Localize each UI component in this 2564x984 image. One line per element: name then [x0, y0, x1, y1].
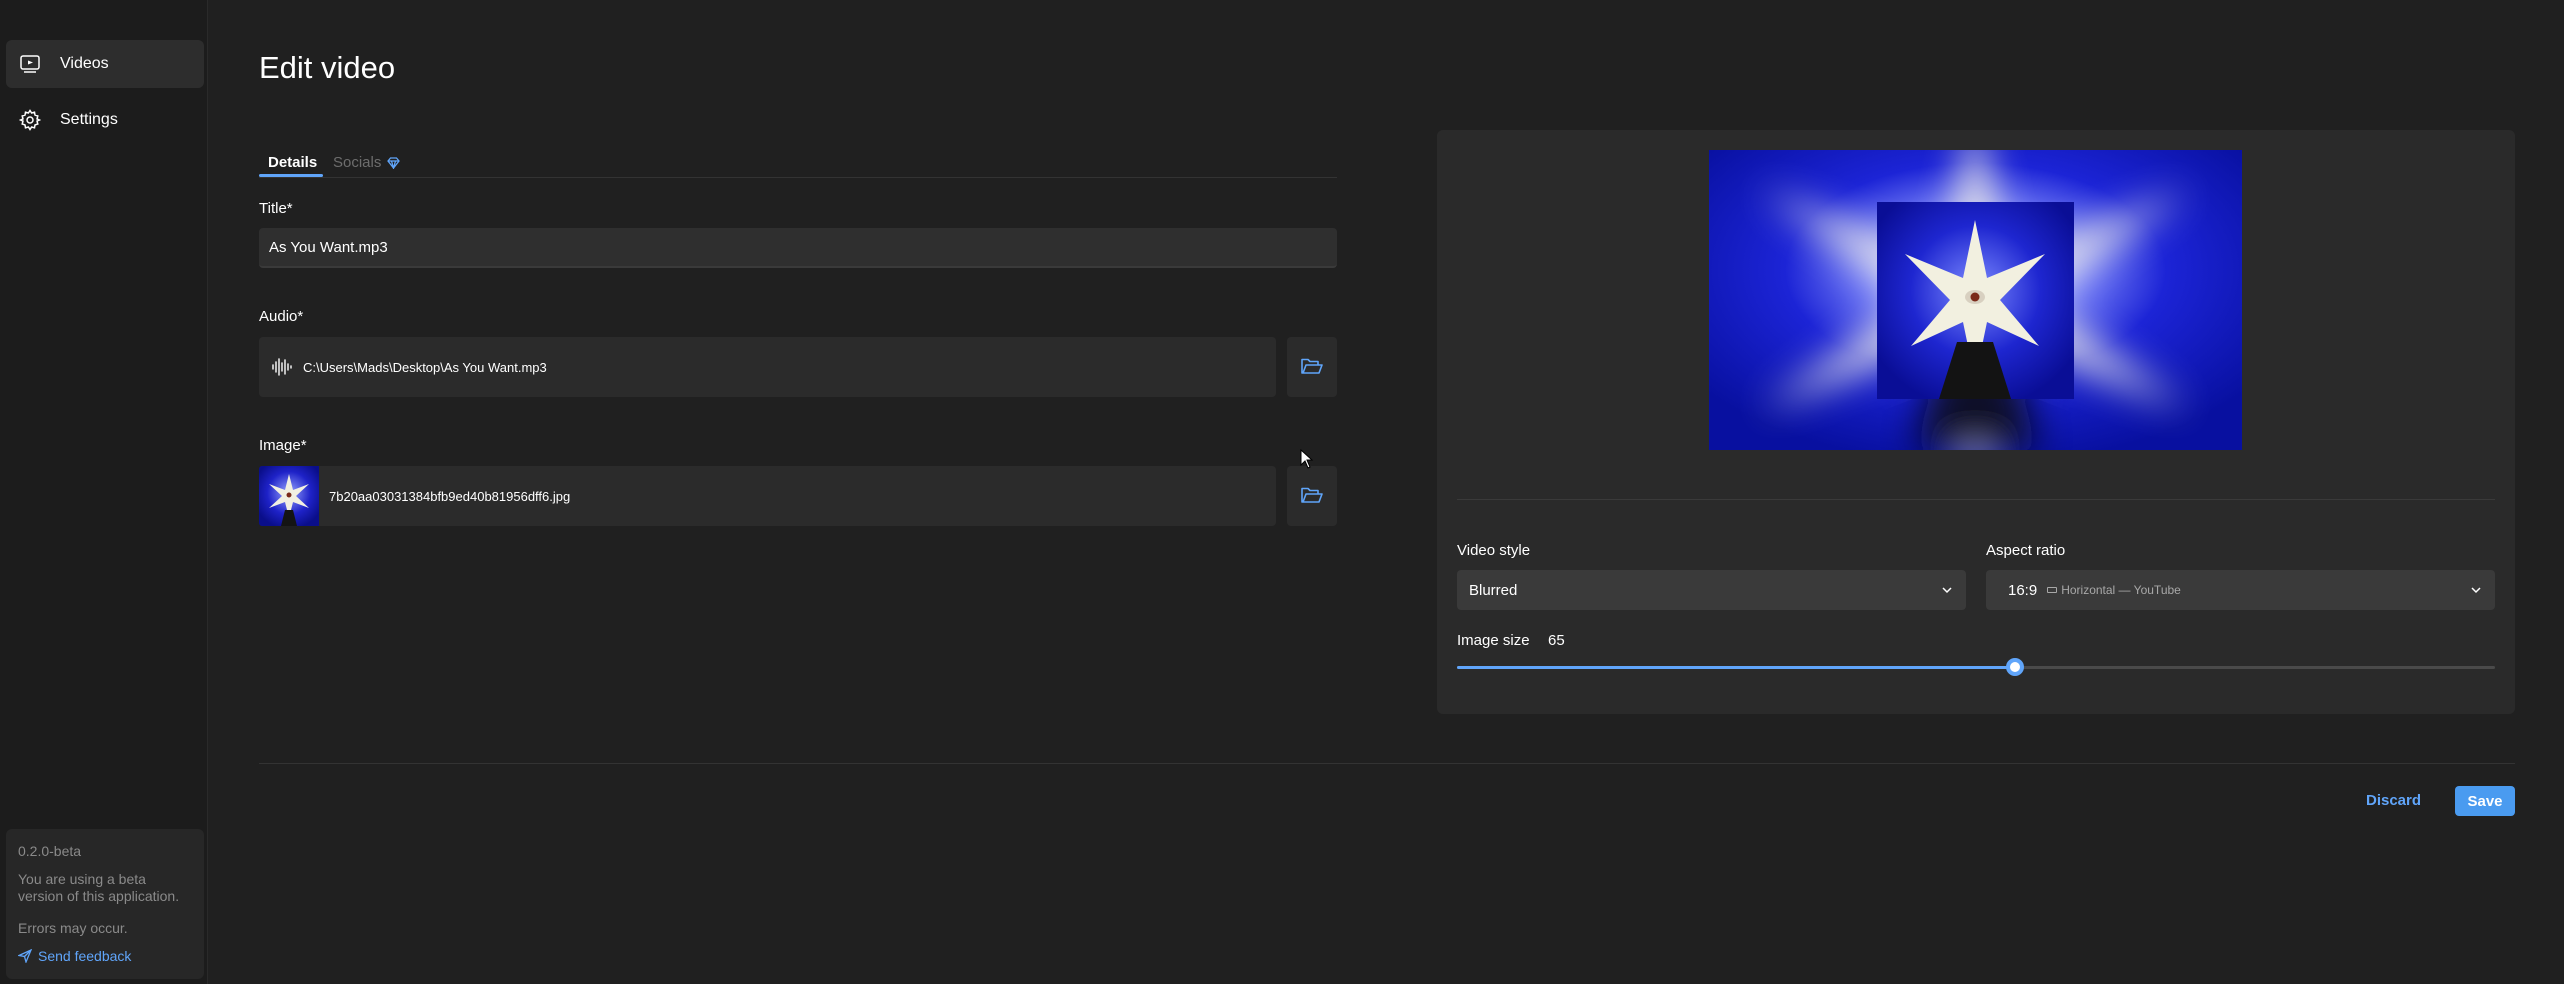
active-tab-indicator: [259, 174, 323, 177]
waveform-icon: [271, 357, 293, 377]
image-size-slider-fill: [1457, 666, 2015, 669]
audio-file-field[interactable]: C:\Users\Mads\Desktop\As You Want.mp3: [259, 337, 1276, 397]
video-style-label: Video style: [1457, 542, 1531, 559]
tab-socials[interactable]: Socials: [333, 154, 401, 171]
preview-panel: Video style Blurred Aspect ratio 16:9 Ho…: [1437, 130, 2515, 714]
image-size-slider[interactable]: [1457, 658, 2495, 676]
sidebar-item-label: Videos: [60, 55, 109, 72]
aspect-ratio-description-text: Horizontal — YouTube: [2061, 583, 2181, 597]
video-icon: [18, 52, 42, 76]
audio-field-label: Audio*: [259, 308, 304, 325]
audio-file-path: C:\Users\Mads\Desktop\As You Want.mp3: [303, 359, 547, 375]
send-feedback-link[interactable]: Send feedback: [18, 948, 192, 964]
sidebar-item-label: Settings: [60, 111, 118, 128]
aspect-ratio-description: Horizontal — YouTube: [2047, 583, 2181, 597]
aspect-ratio-select[interactable]: 16:9 Horizontal — YouTube: [1986, 570, 2495, 610]
tab-details-label: Details: [268, 154, 318, 171]
send-icon: [18, 949, 32, 963]
sidebar-item-settings[interactable]: Settings: [6, 96, 204, 144]
browse-image-button[interactable]: [1287, 466, 1337, 526]
image-size-slider-thumb[interactable]: [2006, 658, 2024, 676]
diamond-icon: [387, 156, 401, 169]
image-field-label: Image*: [259, 437, 307, 454]
title-field-label: Title*: [259, 200, 293, 217]
beta-warning: Errors may occur.: [18, 920, 128, 936]
tab-socials-label: Socials: [333, 154, 382, 171]
gear-icon: [18, 108, 42, 132]
tab-details[interactable]: Details: [268, 154, 317, 171]
chevron-down-icon: [1942, 587, 1952, 594]
video-preview: [1709, 150, 2242, 450]
send-feedback-label: Send feedback: [38, 948, 132, 964]
image-file-field[interactable]: 7b20aa03031384bfb9ed40b81956dff6.jpg: [259, 466, 1276, 526]
image-size-value: 65: [1548, 632, 1565, 649]
image-file-name: 7b20aa03031384bfb9ed40b81956dff6.jpg: [329, 488, 571, 504]
sidebar-item-videos[interactable]: Videos: [6, 40, 204, 88]
aspect-ratio-label: Aspect ratio: [1986, 542, 2066, 559]
video-style-select[interactable]: Blurred: [1457, 570, 1966, 610]
discard-button[interactable]: Discard: [2366, 789, 2421, 812]
horizontal-rect-icon: [2047, 587, 2058, 593]
title-input-value: As You Want.mp3: [269, 238, 388, 256]
beta-message: You are using a beta version of this app…: [18, 871, 180, 904]
beta-notice-card: 0.2.0-beta You are using a beta version …: [6, 829, 204, 979]
browse-audio-button[interactable]: [1287, 337, 1337, 397]
footer-divider: [259, 763, 2515, 764]
image-thumbnail: [259, 466, 319, 526]
video-style-value: Blurred: [1469, 581, 1518, 599]
aspect-ratio-value: 16:9: [2008, 581, 2038, 599]
page-title: Edit video: [259, 50, 396, 85]
save-button[interactable]: Save: [2455, 786, 2515, 816]
mouse-cursor: [1300, 448, 1314, 474]
folder-open-icon: [1301, 358, 1323, 374]
tab-bar: Details Socials: [259, 150, 1337, 178]
image-size-label: Image size: [1457, 632, 1530, 649]
panel-divider: [1457, 499, 2495, 500]
folder-open-icon: [1301, 487, 1323, 503]
title-input[interactable]: As You Want.mp3: [259, 228, 1337, 268]
version-label: 0.2.0-beta: [18, 843, 82, 859]
sidebar: Videos Settings 0.2.0-beta You are using…: [0, 0, 208, 984]
chevron-down-icon: [2471, 587, 2481, 594]
